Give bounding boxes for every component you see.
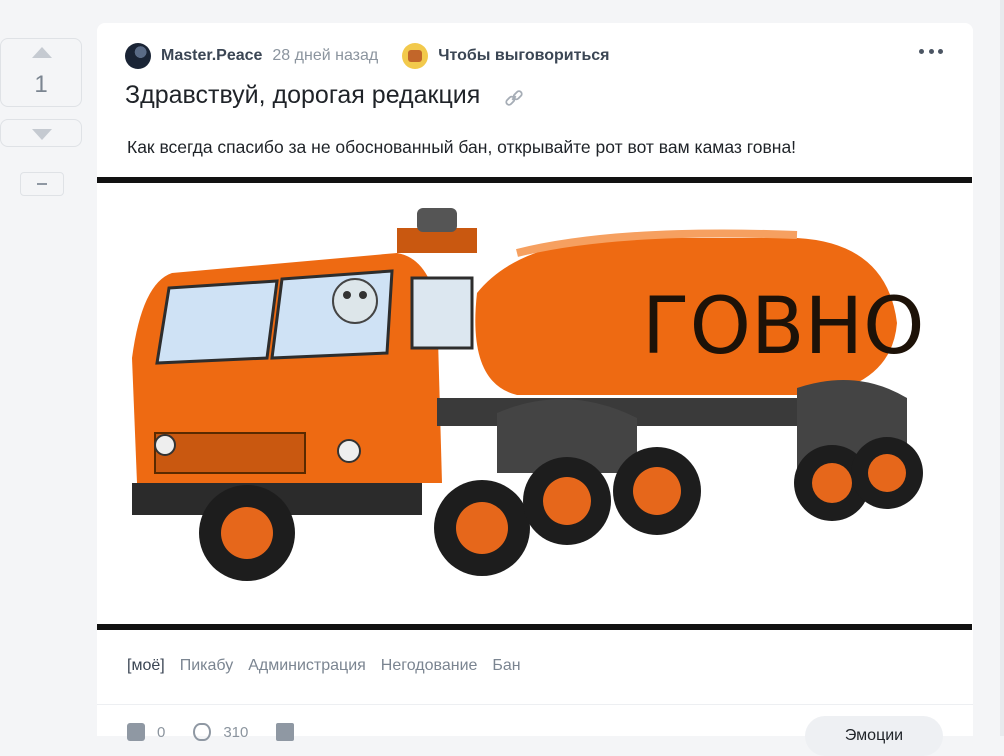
divider (97, 704, 973, 705)
community-icon[interactable] (402, 43, 429, 69)
downvote-button[interactable] (0, 119, 82, 147)
link-icon[interactable] (503, 87, 525, 109)
story-header: Master.Peace 28 дней назад Чтобы выговор… (125, 43, 610, 69)
comments-icon (127, 723, 145, 741)
story-title[interactable]: Здравствуй, дорогая редакция (125, 81, 480, 110)
views-count: 310 (223, 723, 249, 741)
tag-mine[interactable]: [моё] (127, 657, 165, 675)
community-link[interactable]: Чтобы выговориться (438, 47, 609, 65)
views-counter: 310 (193, 723, 248, 741)
comments-button[interactable]: 0 (127, 723, 165, 741)
eye-icon (193, 723, 212, 741)
tag-administration[interactable]: Администрация (248, 657, 366, 675)
arrow-up-icon (32, 47, 52, 58)
story-text: Как всегда спасибо за не обоснованный ба… (127, 137, 797, 157)
comments-count: 0 (157, 723, 166, 741)
upvote-button[interactable]: 1 (0, 38, 82, 107)
tag-indignation[interactable]: Негодование (381, 657, 478, 675)
tag-list: [моё] Пикабу Администрация Негодование Б… (127, 657, 521, 675)
emotions-button[interactable]: Эмоции (805, 716, 943, 756)
scrollbar[interactable] (1000, 0, 1004, 736)
tag-ban[interactable]: Бан (492, 657, 520, 675)
dot-icon (938, 49, 943, 54)
minus-button[interactable] (20, 172, 64, 196)
story-footer: 0 310 (127, 723, 334, 741)
story-image[interactable]: ГОВНО (97, 177, 972, 630)
more-options-button[interactable] (919, 49, 943, 55)
tag-pikabu[interactable]: Пикабу (180, 657, 234, 675)
bookmark-icon (276, 723, 295, 741)
dot-icon (928, 49, 934, 54)
tank-text: ГОВНО (642, 282, 925, 372)
story-card: Master.Peace 28 дней назад Чтобы выговор… (97, 23, 973, 756)
save-button[interactable] (276, 723, 306, 741)
post-time[interactable]: 28 дней назад (272, 47, 378, 65)
arrow-down-icon (32, 129, 52, 140)
author-link[interactable]: Master.Peace (161, 47, 262, 65)
dot-icon (919, 49, 924, 54)
avatar[interactable] (125, 43, 151, 69)
truck-illustration: ГОВНО (132, 208, 925, 581)
rating-count: 1 (34, 71, 48, 98)
